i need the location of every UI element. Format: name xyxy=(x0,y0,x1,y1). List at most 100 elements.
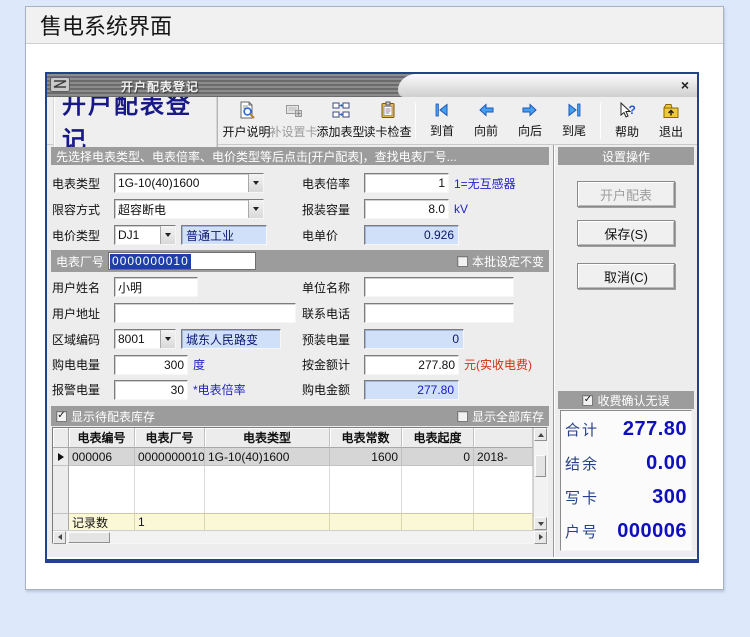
region-select[interactable]: 8001 xyxy=(114,329,176,349)
exit-button[interactable]: 退出 xyxy=(649,99,693,143)
go-first-button[interactable]: 到首 xyxy=(420,99,464,143)
phone-input[interactable] xyxy=(364,303,514,323)
capacity-note: kV xyxy=(454,202,468,216)
form-row: 用户姓名 单位名称 xyxy=(52,274,548,300)
next-record-icon xyxy=(521,102,539,121)
cell-meter-type: 1G-10(40)1600 xyxy=(205,448,330,466)
window-logo-icon xyxy=(50,77,70,97)
alarm-qty-note: *电表倍率 xyxy=(193,381,246,398)
doc-search-icon xyxy=(238,101,256,122)
write-card-label: 写卡 xyxy=(565,487,599,508)
go-next-button[interactable]: 向后 xyxy=(508,99,552,143)
show-all-label: 显示全部库存 xyxy=(472,408,544,425)
exit-folder-icon xyxy=(662,102,680,122)
last-record-icon xyxy=(565,102,583,121)
chevron-down-icon[interactable] xyxy=(160,330,175,348)
org-name-input[interactable] xyxy=(364,277,514,297)
page-header: 售电系统界面 xyxy=(26,7,723,44)
limit-mode-select[interactable]: 超容断电 xyxy=(114,199,264,219)
chevron-down-icon[interactable] xyxy=(248,200,263,218)
form-row: 购电电量 度 按金额计 元(实收电费) xyxy=(52,352,548,377)
region-value: 8001 xyxy=(115,330,160,348)
show-pending-checkbox[interactable] xyxy=(56,411,67,422)
add-meter-type-button[interactable]: 添加表型 xyxy=(317,99,364,143)
show-all-checkbox[interactable] xyxy=(457,411,468,422)
capacity-label: 报装容量 xyxy=(302,201,364,218)
account-no-value: 000006 xyxy=(617,520,687,543)
prev-record-icon xyxy=(477,102,495,121)
close-icon[interactable]: × xyxy=(681,76,689,94)
factory-no-input[interactable]: 0000000010 xyxy=(108,252,256,270)
price-type-desc: 普通工业 xyxy=(181,225,267,245)
table-footer-row: 记录数 1 xyxy=(53,513,533,530)
chevron-down-icon[interactable] xyxy=(160,226,175,244)
scroll-down-icon[interactable] xyxy=(534,517,547,530)
col-header-factory-no: 电表厂号 xyxy=(135,428,205,448)
record-count-label: 记录数 xyxy=(69,513,135,530)
chevron-down-icon[interactable] xyxy=(248,174,263,192)
ratio-note: 1=无互感器 xyxy=(454,175,516,192)
write-card-value: 300 xyxy=(652,486,687,509)
open-account-help-button[interactable]: 开户说明 xyxy=(223,99,270,143)
vertical-scrollbar[interactable] xyxy=(533,428,547,530)
col-header-extra xyxy=(474,428,533,448)
summary-row: 写卡 300 xyxy=(565,486,687,509)
price-type-value: DJ1 xyxy=(115,226,160,244)
help-button[interactable]: ? 帮助 xyxy=(605,99,649,143)
toolbar-label: 帮助 xyxy=(615,123,639,140)
dialog-title: 开户配表登记 xyxy=(121,78,199,95)
reissue-card-button[interactable]: 补设置卡 xyxy=(270,99,317,143)
table-empty-area xyxy=(53,466,533,513)
toolbar-label: 到尾 xyxy=(562,122,586,139)
scroll-left-icon[interactable] xyxy=(53,531,66,544)
by-amount-note: 元(实收电费) xyxy=(464,356,532,373)
page-title: 售电系统界面 xyxy=(40,9,172,41)
read-card-check-button[interactable]: 读卡检查 xyxy=(364,99,411,143)
region-label: 区域编码 xyxy=(52,331,114,348)
toolbar-label: 退出 xyxy=(659,123,683,140)
dialog-titlebar: 开户配表登记 × xyxy=(47,74,697,97)
action-panel: 设置操作 开户配表 保存(S) 取消(C) 收费确认无误 合计 277.80 xyxy=(554,145,697,557)
fee-confirm-checkbox[interactable] xyxy=(582,395,593,406)
org-name-label: 单位名称 xyxy=(302,279,364,296)
scroll-right-icon[interactable] xyxy=(534,531,547,544)
address-input[interactable] xyxy=(114,303,296,323)
col-header-meter-type: 电表类型 xyxy=(205,428,330,448)
go-last-button[interactable]: 到尾 xyxy=(552,99,596,143)
go-prev-button[interactable]: 向前 xyxy=(464,99,508,143)
by-amount-input[interactable] xyxy=(364,355,459,375)
page-card: 售电系统界面 开户配表登记 × 开户配表登记 开户说明 补设置卡 xyxy=(25,6,724,590)
unit-price-display: 0.926 xyxy=(364,225,459,245)
assign-meter-button[interactable]: 开户配表 xyxy=(577,181,675,207)
price-type-select[interactable]: DJ1 xyxy=(114,225,176,245)
horizontal-scroll-thumb[interactable] xyxy=(68,532,110,543)
meter-type-select[interactable]: 1G-10(40)1600 xyxy=(114,173,264,193)
ratio-input[interactable] xyxy=(364,173,449,193)
capacity-input[interactable] xyxy=(364,199,449,219)
toolbar-label: 向前 xyxy=(474,122,498,139)
cancel-button[interactable]: 取消(C) xyxy=(577,263,675,289)
user-name-label: 用户姓名 xyxy=(52,279,114,296)
summary-row: 合计 277.80 xyxy=(565,418,687,441)
col-header-constant: 电表常数 xyxy=(330,428,402,448)
first-record-icon xyxy=(433,102,451,121)
cell-start-reading: 0 xyxy=(402,448,474,466)
horizontal-scrollbar[interactable] xyxy=(53,530,547,543)
region-desc: 城东人民路变 xyxy=(181,329,281,349)
vertical-scroll-thumb[interactable] xyxy=(535,455,546,477)
batch-fixed-label: 本批设定不变 xyxy=(472,253,544,270)
scroll-up-icon[interactable] xyxy=(534,428,547,441)
preload-label: 预装电量 xyxy=(302,331,364,348)
balance-value: 0.00 xyxy=(646,452,687,475)
alarm-qty-input[interactable] xyxy=(114,380,188,400)
toolbar-separator xyxy=(415,103,416,139)
save-button[interactable]: 保存(S) xyxy=(577,220,675,246)
buy-qty-input[interactable] xyxy=(114,355,188,375)
window-bottom-edge xyxy=(47,559,697,561)
toolbar-label: 添加表型 xyxy=(317,123,365,140)
user-name-input[interactable] xyxy=(114,277,198,297)
table-row[interactable]: 000006 0000000010 1G-10(40)1600 1600 0 2… xyxy=(53,448,533,466)
batch-fixed-checkbox[interactable] xyxy=(457,256,468,267)
toolbar-separator xyxy=(600,103,601,139)
factory-no-bar: 电表厂号 0000000010 本批设定不变 xyxy=(51,250,549,272)
